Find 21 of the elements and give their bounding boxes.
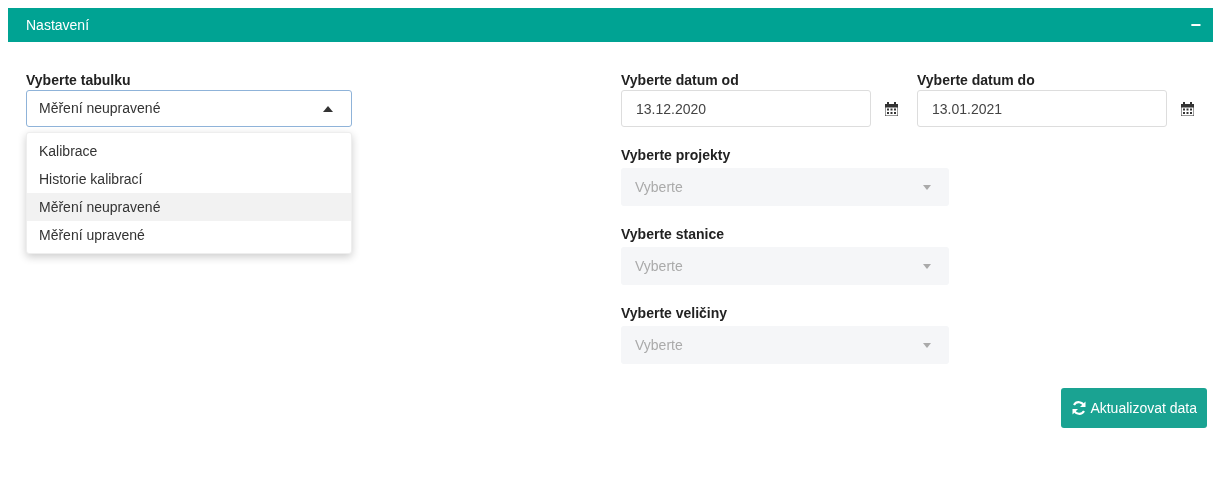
panel-title: Nastavení xyxy=(26,15,90,35)
caret-icon xyxy=(923,263,931,269)
caret-icon xyxy=(923,342,931,348)
date-field[interactable]: 13.01.2021 xyxy=(917,90,1167,127)
field-label: Vyberte datum do xyxy=(917,71,1036,90)
dropdown-option[interactable]: Kalibrace xyxy=(27,137,351,165)
date-field[interactable]: 13.12.2020 xyxy=(621,90,871,127)
calendar-icon[interactable] xyxy=(885,101,898,116)
refresh-icon xyxy=(1071,400,1088,416)
caret-icon xyxy=(323,105,333,112)
field-label: Vyberte datum od xyxy=(621,71,740,90)
caret-icon xyxy=(923,184,931,190)
field-label: Vyberte stanice xyxy=(621,225,725,244)
dropdown-option[interactable]: Měření neupravené xyxy=(27,193,351,221)
field-label: Vyberte tabulku xyxy=(26,71,132,90)
dropdown-option[interactable]: Měření upravené xyxy=(27,221,351,249)
table-select[interactable]: Měření neupravené xyxy=(26,90,352,127)
field-label: Vyberte projekty xyxy=(621,146,732,165)
dropdown-option[interactable]: Historie kalibrací xyxy=(27,165,351,193)
calendar-icon[interactable] xyxy=(1181,101,1194,116)
field-label: Vyberte veličiny xyxy=(621,304,729,323)
